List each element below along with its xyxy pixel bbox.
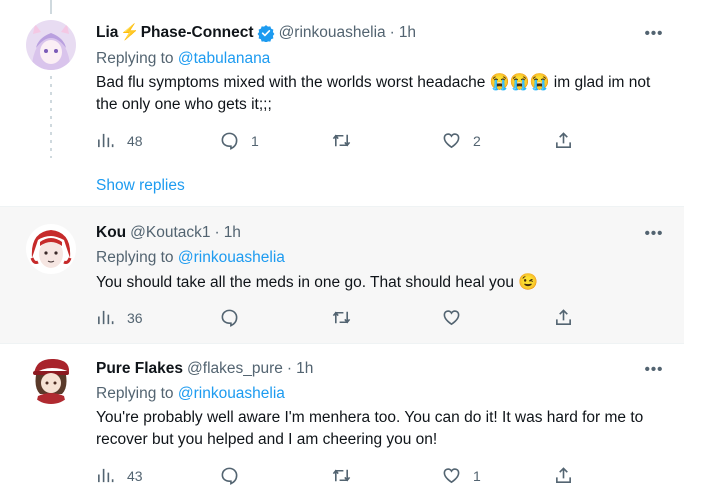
more-options-icon[interactable]: ••• (643, 226, 665, 248)
tweet-kou[interactable]: Kou @Koutack1 · 1h ••• Replying to @rink… (0, 207, 684, 343)
avatar-image (26, 20, 76, 70)
like-action[interactable]: 1 (442, 466, 481, 485)
retweet-icon (332, 134, 351, 147)
views-count: 48 (127, 132, 143, 149)
heart-icon (443, 133, 460, 149)
separator-dot: · (286, 360, 293, 377)
share-action[interactable] (554, 131, 573, 150)
tweet-text-part: Bad flu symptoms mixed with the worlds w… (96, 74, 486, 91)
avatar-image (26, 354, 76, 404)
reply-count: 1 (251, 132, 259, 149)
like-action[interactable] (442, 308, 473, 327)
replying-to: Replying to @tabulanana (96, 49, 270, 69)
user-handle[interactable]: @flakes_pure (187, 359, 283, 379)
more-options-icon[interactable]: ••• (643, 26, 665, 48)
timestamp[interactable]: 1h (224, 223, 241, 243)
display-name[interactable]: Kou (96, 223, 126, 243)
retweet-icon (332, 469, 351, 482)
timestamp[interactable]: 1h (296, 359, 313, 379)
views-action[interactable]: 43 (96, 466, 143, 485)
reply-icon (221, 309, 238, 327)
show-replies-link[interactable]: Show replies (96, 177, 185, 195)
timestamp[interactable]: 1h (399, 23, 416, 43)
share-action[interactable] (554, 466, 573, 485)
user-handle[interactable]: @Koutack1 (130, 223, 210, 243)
replying-to: Replying to @rinkouashelia (96, 248, 285, 268)
replying-to-label: Replying to (96, 385, 174, 402)
crying-emoji: 😭😭😭 (489, 74, 550, 91)
avatar-image (26, 224, 76, 274)
like-action[interactable]: 2 (442, 131, 481, 150)
views-icon (98, 133, 114, 148)
tweet-actions: 43 1 (96, 466, 596, 488)
winking-emoji: 😉 (518, 274, 539, 291)
replying-to-link[interactable]: @rinkouashelia (178, 249, 285, 266)
replying-to-label: Replying to (96, 249, 174, 266)
thread-line-top (50, 0, 52, 14)
avatar[interactable] (26, 20, 76, 70)
separator-dot: · (214, 224, 220, 241)
share-icon (556, 467, 571, 483)
reply-action[interactable] (220, 308, 251, 327)
share-icon (556, 132, 571, 148)
replying-to: Replying to @rinkouashelia (96, 384, 285, 404)
retweet-action[interactable] (332, 466, 363, 485)
avatar[interactable] (26, 354, 76, 404)
replying-to-link[interactable]: @tabulanana (178, 50, 270, 67)
heart-icon (443, 310, 460, 326)
thread-line-dotted (50, 76, 52, 158)
tweet-header: Pure Flakes @flakes_pure · 1h (96, 359, 313, 379)
retweet-icon (332, 311, 351, 324)
tweet-header: Kou @Koutack1 · 1h (96, 223, 241, 243)
replying-to-link[interactable]: @rinkouashelia (178, 385, 285, 402)
tweet-text: You're probably well aware I'm menhera t… (96, 409, 644, 448)
display-name[interactable]: Lia (96, 23, 118, 43)
retweet-action[interactable] (332, 308, 363, 327)
views-count: 43 (127, 467, 143, 484)
tweet-pure-flakes[interactable]: Pure Flakes @flakes_pure · 1h ••• Replyi… (0, 344, 684, 488)
like-count: 1 (473, 467, 481, 484)
views-icon (98, 310, 114, 325)
share-action[interactable] (554, 308, 573, 327)
lightning-icon: ⚡ (120, 24, 140, 41)
tweet-text-part: You should take all the meds in one go. … (96, 274, 514, 291)
more-options-icon[interactable]: ••• (643, 362, 665, 384)
views-icon (98, 468, 114, 483)
tweet-text: You should take all the meds in one go. … (96, 272, 666, 294)
heart-icon (443, 468, 460, 484)
share-icon (556, 309, 571, 325)
reply-icon (221, 132, 238, 150)
like-count: 2 (473, 132, 481, 149)
display-name-suffix[interactable]: Phase-Connect (141, 23, 254, 43)
reply-action[interactable] (220, 466, 251, 485)
views-action[interactable]: 48 (96, 131, 143, 150)
retweet-action[interactable] (332, 131, 363, 150)
verified-badge-icon (257, 25, 274, 42)
user-handle[interactable]: @rinkouashelia (279, 23, 386, 43)
replying-to-label: Replying to (96, 50, 174, 67)
tweet-text: Bad flu symptoms mixed with the worlds w… (96, 72, 666, 116)
tweet-header: Lia ⚡ Phase-Connect @rinkouashelia · 1h (96, 23, 416, 43)
tweet-actions: 36 (96, 308, 596, 330)
views-action[interactable]: 36 (96, 308, 143, 327)
tweet-actions: 48 1 2 (96, 131, 596, 153)
reply-icon (221, 467, 238, 485)
avatar[interactable] (26, 224, 76, 274)
separator-dot: · (389, 24, 395, 41)
views-count: 36 (127, 309, 143, 326)
tweet-lia[interactable]: Lia ⚡ Phase-Connect @rinkouashelia · 1h … (0, 0, 684, 206)
reply-action[interactable]: 1 (220, 131, 259, 150)
display-name[interactable]: Pure Flakes (96, 359, 183, 379)
